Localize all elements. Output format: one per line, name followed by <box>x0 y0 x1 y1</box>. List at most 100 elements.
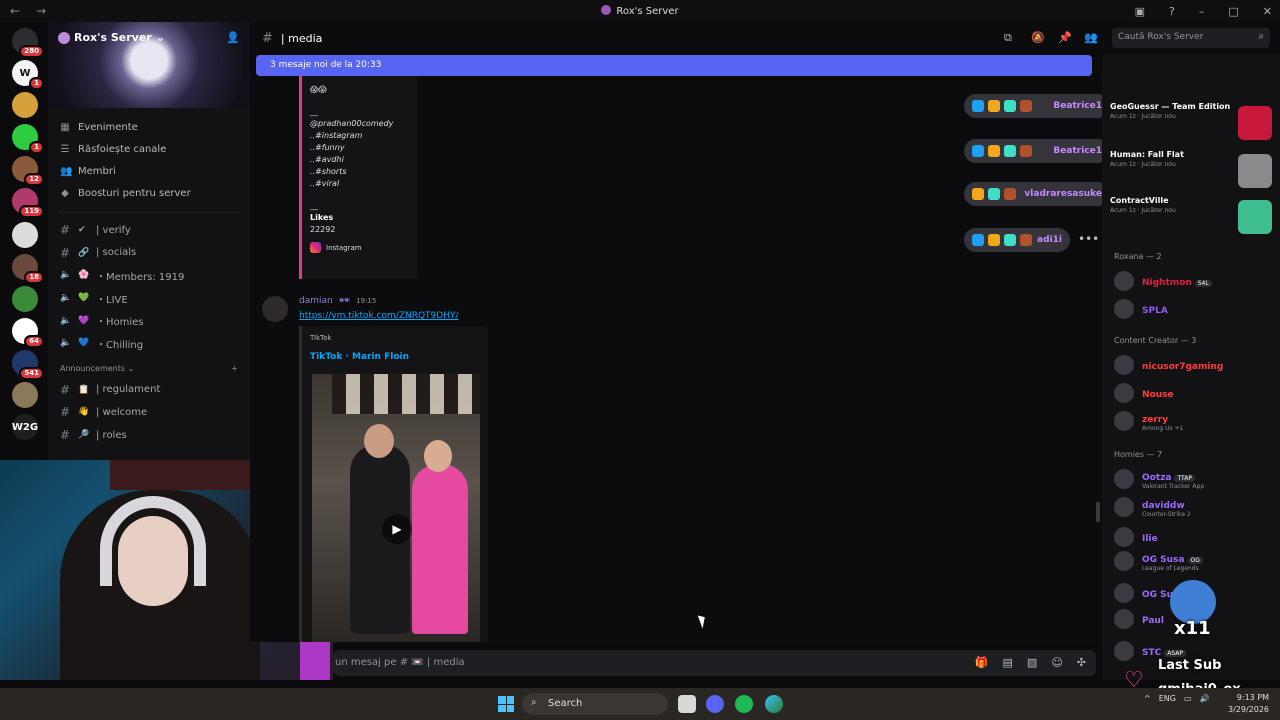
chat-badge-icon <box>988 234 1000 246</box>
chat-badge-icon <box>1004 100 1016 112</box>
hash-icon: # <box>60 245 71 260</box>
member-item[interactable]: OG Susa OG League of Legends <box>1114 550 1274 572</box>
category-announcements[interactable]: Announcements ⌄ + <box>48 359 250 379</box>
server-icon-4[interactable]: 12 <box>12 156 44 186</box>
server-icon-11[interactable] <box>12 382 38 408</box>
gift-icon[interactable]: 🎁 <box>975 656 989 669</box>
message-composer[interactable]: un mesaj pe # 📼 | media 🎁 ▤ ▧ ☺ ✣ <box>333 650 1096 676</box>
volume-icon[interactable]: 🔊 <box>1200 694 1210 703</box>
sticker-icon[interactable]: ▧ <box>1027 656 1037 669</box>
message-author[interactable]: damian <box>299 296 333 306</box>
spotify-icon[interactable] <box>735 695 753 713</box>
channel-item[interactable]: # 🔗 | socials <box>48 242 250 265</box>
server-icon-5[interactable]: 119 <box>12 188 44 218</box>
pin-icon[interactable]: 📌 <box>1058 31 1072 44</box>
channel-emoji-icon: 💙 <box>78 338 90 349</box>
channel-item[interactable]: # 👋 | welcome <box>48 401 250 424</box>
server-icon-3[interactable]: 1 <box>12 124 44 154</box>
channel-item[interactable]: # ✔ | verify <box>48 219 250 242</box>
embed-title[interactable]: TikTok · Marin Floin <box>310 352 480 362</box>
server-icon-0[interactable]: 280 <box>12 28 44 58</box>
maximize-icon[interactable]: □ <box>1228 5 1238 18</box>
new-messages-bar[interactable]: 3 mesaje noi de la 20:33 <box>256 55 1092 76</box>
channel-emoji-icon: 🌸 <box>78 270 90 281</box>
apps-icon[interactable]: ✣ <box>1077 656 1086 669</box>
channel-emoji-icon: 🔎 <box>78 430 90 441</box>
server-icon-10[interactable]: 541 <box>12 350 44 380</box>
member-scrollbar[interactable] <box>1096 502 1100 522</box>
server-icon-8[interactable] <box>12 286 38 312</box>
channel-item[interactable]: # 🔎 | roles <box>48 424 250 447</box>
edge-icon[interactable] <box>765 695 783 713</box>
play-icon[interactable]: ▶ <box>382 514 412 544</box>
server-icon-6[interactable] <box>12 222 38 248</box>
unread-badge: 119 <box>19 205 44 218</box>
member-item[interactable]: nicusor7gaming <box>1114 354 1274 376</box>
taskbar: ⌕ Search ^ ENG ▭ 🔊 9:13 PM 3/29/2026 <box>0 688 1280 720</box>
member-item[interactable]: daviddw Counter-Strike 2 <box>1114 496 1274 518</box>
close-icon[interactable]: ✕ <box>1263 5 1272 18</box>
woman-figure <box>412 464 468 634</box>
menu-boosts[interactable]: ◆ Boosturi pentru server <box>48 182 250 204</box>
file-explorer-icon[interactable] <box>678 695 696 713</box>
gif-icon[interactable]: ▤ <box>1003 656 1013 669</box>
invite-people-icon[interactable]: 👤 <box>226 31 240 44</box>
forward-arrow-icon[interactable]: → <box>36 4 46 18</box>
channel-emoji-icon: 💚 <box>78 293 90 304</box>
inbox-icon[interactable]: ▣ <box>1135 5 1145 18</box>
server-banner[interactable]: Rox's Server ⌄ 👤 <box>48 22 250 108</box>
sub-count: x11 <box>1174 618 1211 639</box>
avatar[interactable] <box>262 296 288 322</box>
add-channel-icon[interactable]: + <box>231 364 238 373</box>
language-indicator[interactable]: ENG <box>1159 694 1176 703</box>
member-item[interactable]: zerry Among Us +1 <box>1114 410 1274 432</box>
help-icon[interactable]: ? <box>1169 5 1175 18</box>
server-icon-2[interactable] <box>12 92 38 118</box>
activity-card[interactable]: Human: Fall Flat Acum 1z · Jucător nou <box>1110 150 1274 194</box>
discord-icon[interactable] <box>706 695 724 713</box>
server-icon-12[interactable]: W2G <box>12 414 38 440</box>
server-icon-7[interactable]: 18 <box>12 254 44 284</box>
search-placeholder: Caută Rox's Server <box>1118 32 1204 42</box>
message-link[interactable]: https://vm.tiktok.com/ZNRQT9DHY/ <box>299 311 459 321</box>
taskbar-search[interactable]: ⌕ Search <box>522 693 668 715</box>
member-item[interactable]: Ootza TTAP Valorant Tracker App <box>1114 468 1274 490</box>
server-icon-9[interactable]: 64 <box>12 318 44 348</box>
chat-badge-icon <box>972 234 984 246</box>
search-input[interactable]: Caută Rox's Server ⌕ <box>1112 28 1270 48</box>
tray-chevron-icon[interactable]: ^ <box>1144 694 1151 703</box>
member-item[interactable]: Nightmon S4L <box>1114 270 1274 292</box>
activity-card[interactable]: ContractVille Acum 1z · Jucător nou <box>1110 196 1274 240</box>
member-item[interactable]: Ilie <box>1114 526 1274 548</box>
member-item[interactable]: SPLA <box>1114 298 1274 320</box>
channel-item[interactable]: 🔈 💚 ・LIVE <box>48 287 250 310</box>
clock[interactable]: 9:13 PM 3/29/2026 <box>1228 692 1269 716</box>
channel-item[interactable]: 🔈 🌸 ・Members: 1919 <box>48 264 250 287</box>
member-text: Nouse <box>1142 386 1174 400</box>
emoji-icon[interactable]: ☺ <box>1051 656 1062 669</box>
threads-icon[interactable]: ⧉ <box>1004 31 1012 45</box>
member-item[interactable]: Nouse <box>1114 382 1274 404</box>
chat-badge-icon <box>1020 100 1032 112</box>
new-messages-text: 3 mesaje noi de la 20:33 <box>270 60 382 70</box>
server-icon-1[interactable]: W1 <box>12 60 44 90</box>
clock-date: 3/29/2026 <box>1228 705 1270 714</box>
menu-members[interactable]: 👥 Membri <box>48 160 250 182</box>
video-thumbnail[interactable]: ▶ <box>312 374 480 642</box>
network-icon[interactable]: ▭ <box>1184 694 1192 703</box>
channel-item[interactable]: 🔈 💜 ・Homies <box>48 309 250 332</box>
channel-item[interactable]: # 📋 | regulament <box>48 379 250 402</box>
back-arrow-icon[interactable]: ← <box>10 4 20 18</box>
activity-card[interactable]: GeoGuessr — Team Edition Acum 1z · Jucăto… <box>1110 102 1274 146</box>
channel-name: | socials <box>96 247 137 259</box>
menu-events[interactable]: ▦ Evenimente <box>48 116 250 138</box>
menu-browse-channels[interactable]: ☰ Răsfoiește canale <box>48 138 250 160</box>
more-options-icon[interactable]: ••• <box>1078 232 1099 246</box>
start-icon[interactable] <box>498 696 514 712</box>
embed-text-line: ..#shorts <box>310 167 347 176</box>
minimize-icon[interactable]: – <box>1199 5 1205 18</box>
channel-item[interactable]: 🔈 💙 ・Chilling <box>48 332 250 355</box>
embed-text-line: @pradhan00comedy <box>310 119 394 128</box>
member-list-icon[interactable]: 👥 <box>1084 31 1098 44</box>
mute-bell-icon[interactable]: 🔕 <box>1031 31 1045 44</box>
